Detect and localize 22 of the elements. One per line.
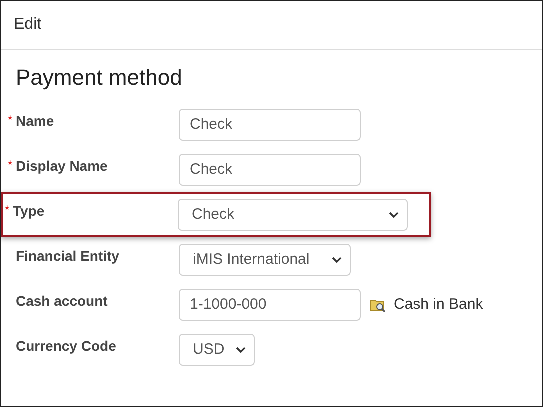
select-dropdown[interactable]: iMIS International [179,244,351,276]
field-label: Currency Code [16,337,116,356]
chevron-down-icon [332,256,342,264]
chevron-down-icon [236,346,246,354]
dialog-title: Edit [14,15,42,35]
account-description: Cash in Bank [394,294,484,315]
required-marker: * [8,113,13,127]
folder-search-icon[interactable] [370,298,387,312]
field-label: Name [16,112,54,131]
field-label: Cash account [16,292,108,311]
chevron-down-icon [389,212,399,218]
input-field[interactable]: Check [179,109,361,141]
form-title: Payment method [16,64,184,92]
select-dropdown[interactable]: Check [178,199,408,231]
required-marker: * [8,158,13,172]
select-dropdown[interactable]: USD [179,334,255,366]
field-label: Display Name [16,157,108,176]
input-field[interactable]: Check [179,154,361,186]
input-field[interactable]: 1-1000-000 [179,289,361,321]
field-label: Financial Entity [16,247,120,266]
field-label: Type [13,202,45,221]
required-marker: * [5,203,10,217]
